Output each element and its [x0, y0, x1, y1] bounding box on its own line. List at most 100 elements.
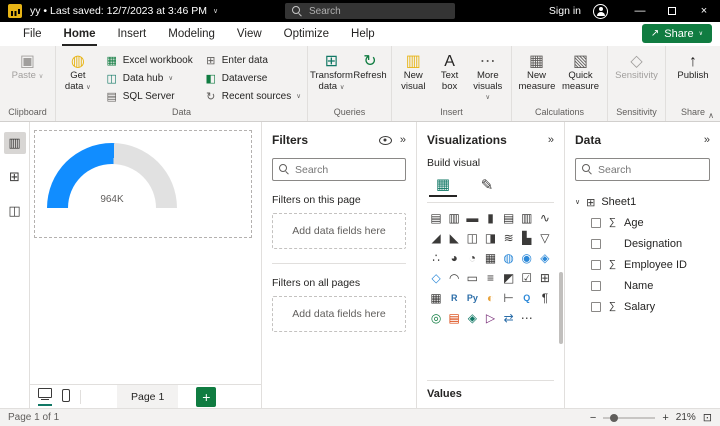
- global-search-input[interactable]: [309, 6, 448, 17]
- report-canvas[interactable]: 964K: [30, 122, 261, 384]
- page-tab-page-1[interactable]: Page 1: [117, 385, 178, 408]
- 100-stacked-column-chart-icon[interactable]: ▥: [518, 208, 536, 227]
- shape-map-icon[interactable]: ◈: [536, 248, 554, 267]
- recent-sources-button[interactable]: ↻ Recent sources ∨: [202, 87, 304, 105]
- zoom-in-button[interactable]: +: [662, 412, 668, 424]
- text-box-button[interactable]: A Text box: [432, 51, 468, 92]
- line-and-stacked-column-chart-icon[interactable]: ◫: [463, 228, 481, 247]
- title-caret-icon[interactable]: ∨: [213, 7, 218, 15]
- new-page-button[interactable]: +: [196, 387, 216, 407]
- funnel-chart-icon[interactable]: ▽: [536, 228, 554, 247]
- donut-chart-icon[interactable]: ◔: [463, 248, 481, 267]
- more-visuals-button[interactable]: ⋯ More visuals ∨: [468, 51, 508, 104]
- line-and-clustered-column-chart-icon[interactable]: ◨: [481, 228, 499, 247]
- collapse-data-icon[interactable]: »: [704, 134, 710, 146]
- global-search[interactable]: [285, 3, 455, 19]
- python-visual-icon[interactable]: Py: [463, 288, 481, 307]
- get-data-button[interactable]: ◍ Get data ∨: [59, 51, 97, 93]
- power-automate-visual-icon[interactable]: ⇄: [500, 308, 518, 327]
- chevron-down-icon[interactable]: ∨: [575, 198, 580, 206]
- close-button[interactable]: ×: [688, 0, 720, 22]
- field-checkbox[interactable]: [591, 218, 601, 228]
- arcgis-map-icon[interactable]: ◈: [463, 308, 481, 327]
- stacked-column-chart-icon[interactable]: ▥: [445, 208, 463, 227]
- collapse-ribbon-button[interactable]: ∧: [708, 111, 714, 120]
- model-view-button[interactable]: ◫: [4, 200, 26, 222]
- field-checkbox[interactable]: [591, 239, 601, 249]
- table-icon[interactable]: ⊞: [536, 268, 554, 287]
- qa-visual-icon[interactable]: Q: [518, 288, 536, 307]
- area-chart-icon[interactable]: ◢: [427, 228, 445, 247]
- account-avatar-icon[interactable]: [593, 4, 608, 19]
- field-name[interactable]: Name: [591, 275, 710, 296]
- menu-tab-help[interactable]: Help: [340, 22, 386, 46]
- data-search[interactable]: [575, 158, 710, 181]
- collapse-visualizations-icon[interactable]: »: [548, 134, 554, 146]
- decomposition-tree-icon[interactable]: ⊢: [500, 288, 518, 307]
- share-button[interactable]: ↗ Share ∨: [642, 24, 712, 43]
- filters-search-input[interactable]: [295, 164, 399, 176]
- filters-page-droparea[interactable]: Add data fields here: [272, 213, 406, 249]
- menu-tab-modeling[interactable]: Modeling: [157, 22, 226, 46]
- zoom-out-button[interactable]: −: [590, 412, 596, 424]
- matrix-icon[interactable]: ▦: [427, 288, 445, 307]
- data-hub-button[interactable]: ◫ Data hub ∨: [103, 69, 196, 87]
- quick-measure-button[interactable]: ▧ Quick measure: [558, 51, 604, 92]
- eye-icon[interactable]: [379, 136, 392, 145]
- paste-button[interactable]: ▣ Paste ∨: [9, 51, 47, 83]
- card-icon[interactable]: ▭: [463, 268, 481, 287]
- new-measure-button[interactable]: ▦ New measure: [516, 51, 558, 92]
- dataverse-button[interactable]: ◧ Dataverse: [202, 69, 304, 87]
- sql-server-button[interactable]: ▤ SQL Server: [103, 87, 196, 105]
- waterfall-chart-icon[interactable]: ▙: [518, 228, 536, 247]
- sign-in-button[interactable]: Sign in: [549, 5, 581, 17]
- filters-all-droparea[interactable]: Add data fields here: [272, 296, 406, 332]
- treemap-icon[interactable]: ▦: [481, 248, 499, 267]
- field-checkbox[interactable]: [591, 281, 601, 291]
- filled-map-icon[interactable]: ◉: [518, 248, 536, 267]
- table-view-button[interactable]: ⊞: [4, 166, 26, 188]
- menu-tab-view[interactable]: View: [226, 22, 273, 46]
- desktop-layout-button[interactable]: [38, 388, 52, 406]
- stacked-bar-chart-icon[interactable]: ▤: [427, 208, 445, 227]
- mobile-layout-button[interactable]: [62, 389, 70, 405]
- field-salary[interactable]: ∑Salary: [591, 296, 710, 317]
- gauge-visual[interactable]: 964K: [34, 130, 252, 238]
- data-search-input[interactable]: [598, 164, 703, 176]
- menu-tab-home[interactable]: Home: [53, 22, 107, 46]
- fit-to-page-icon[interactable]: ⊡: [703, 411, 712, 424]
- refresh-button[interactable]: ↻ Refresh: [352, 51, 388, 82]
- smart-narrative-icon[interactable]: ¶: [536, 288, 554, 307]
- menu-tab-file[interactable]: File: [12, 22, 53, 46]
- enter-data-button[interactable]: ⊞ Enter data: [202, 51, 304, 69]
- field-checkbox[interactable]: [591, 260, 601, 270]
- maximize-button[interactable]: [656, 0, 688, 22]
- map-icon[interactable]: ◍: [500, 248, 518, 267]
- transform-data-button[interactable]: ⊞ Transform data ∨: [311, 51, 352, 93]
- pie-chart-icon[interactable]: ◕: [445, 248, 463, 267]
- field-designation[interactable]: Designation: [591, 233, 710, 254]
- field-checkbox[interactable]: [591, 302, 601, 312]
- stacked-area-chart-icon[interactable]: ◣: [445, 228, 463, 247]
- scatter-chart-icon[interactable]: ∴: [427, 248, 445, 267]
- line-chart-icon[interactable]: ∿: [536, 208, 554, 227]
- filters-search[interactable]: [272, 158, 406, 181]
- sensitivity-button[interactable]: ◇ Sensitivity: [612, 51, 661, 82]
- power-apps-visual-icon[interactable]: ▷: [481, 308, 499, 327]
- visualizations-scrollbar[interactable]: [559, 272, 563, 344]
- build-visual-tab[interactable]: ▦: [429, 173, 457, 197]
- minimize-button[interactable]: —: [624, 0, 656, 22]
- r-script-visual-icon[interactable]: R: [445, 288, 463, 307]
- metrics-icon[interactable]: ◎: [427, 308, 445, 327]
- paginated-report-icon[interactable]: ▤: [445, 308, 463, 327]
- field-employee-id[interactable]: ∑Employee ID: [591, 254, 710, 275]
- ribbon-chart-icon[interactable]: ≋: [500, 228, 518, 247]
- table-sheet1[interactable]: ∨ ⊞ Sheet1: [575, 192, 710, 212]
- menu-tab-insert[interactable]: Insert: [106, 22, 157, 46]
- clustered-bar-chart-icon[interactable]: ▬: [463, 208, 481, 227]
- field-age[interactable]: ∑Age: [591, 212, 710, 233]
- menu-tab-optimize[interactable]: Optimize: [273, 22, 340, 46]
- clustered-column-chart-icon[interactable]: ▮: [481, 208, 499, 227]
- publish-button[interactable]: ↑ Publish: [674, 51, 711, 82]
- gauge-icon[interactable]: ◠: [445, 268, 463, 287]
